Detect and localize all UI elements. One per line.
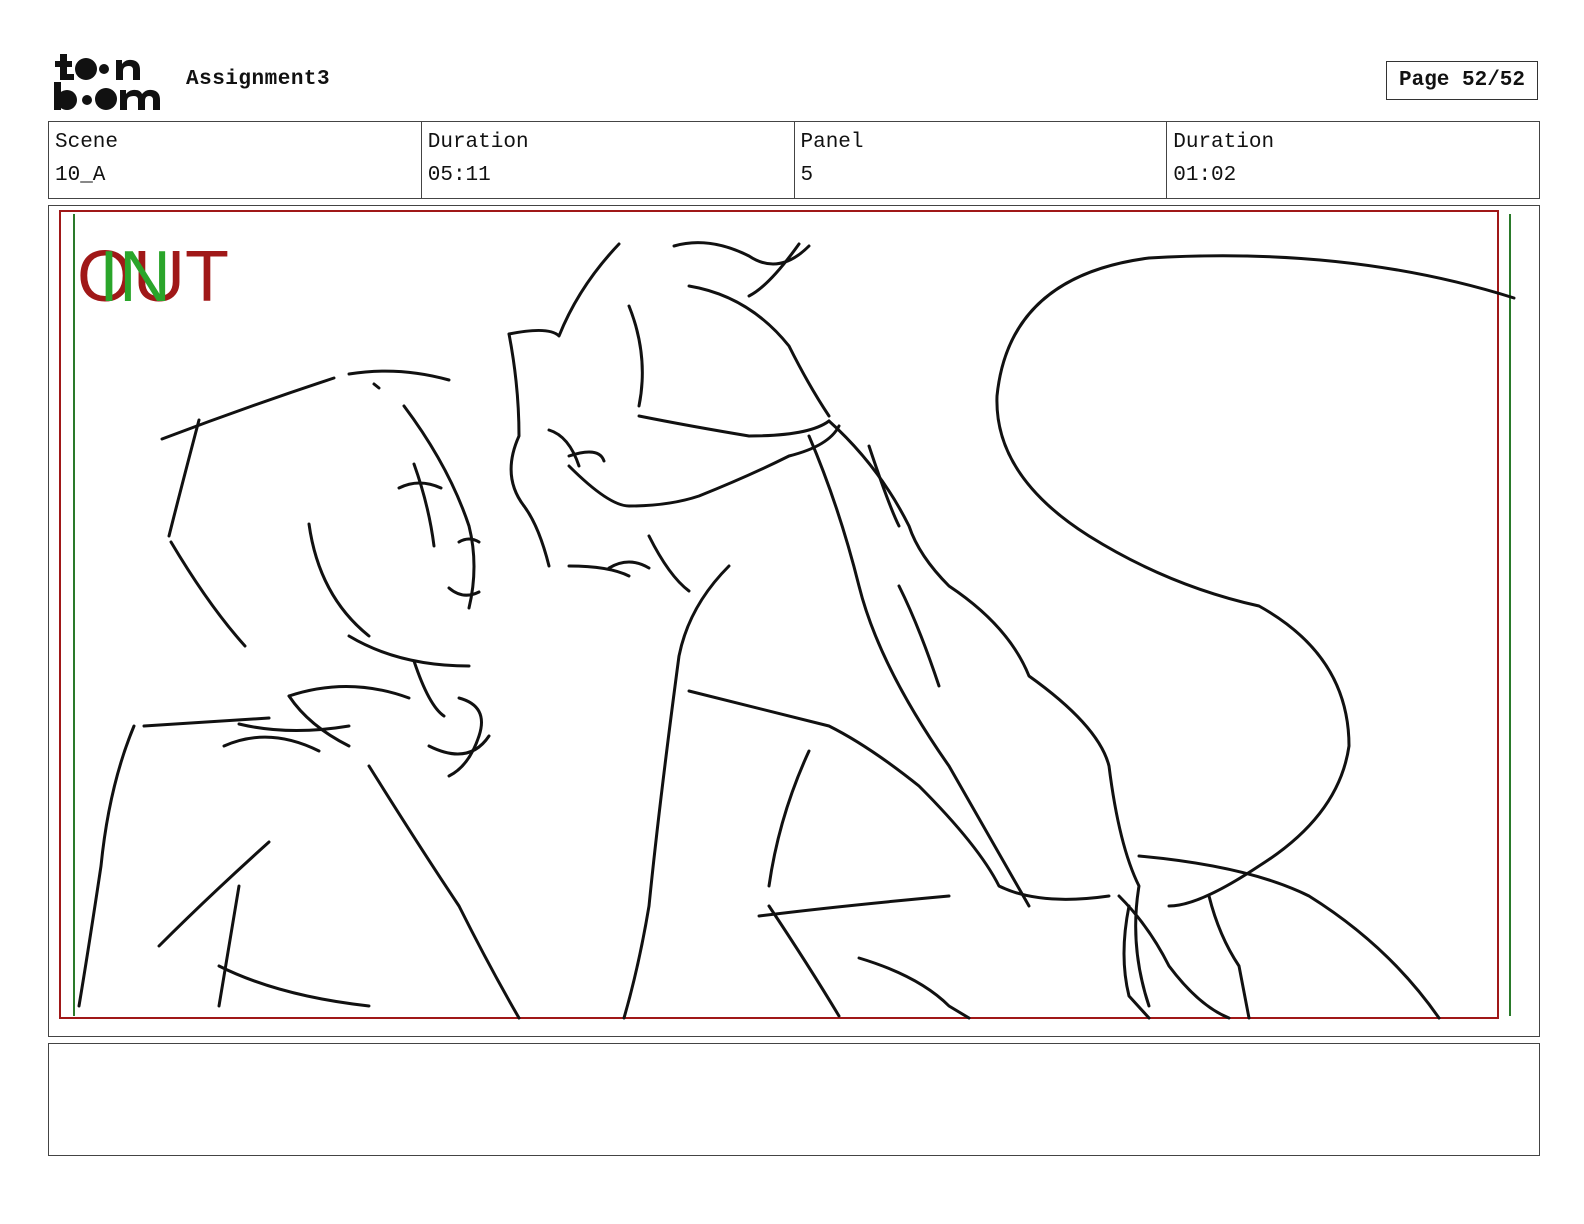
panel-info-table: Scene 10_A Duration 05:11 Panel 5 Durati… — [48, 121, 1540, 199]
toon-boom-logo — [54, 54, 160, 110]
project-title: Assignment3 — [186, 68, 331, 91]
page-indicator: Page 52/52 — [1386, 61, 1538, 100]
panel-duration-label: Duration — [1173, 131, 1275, 154]
panel-label: Panel — [800, 131, 864, 154]
scene-duration-value: 05:11 — [427, 164, 491, 187]
panel-drawing: OUT IN — [59, 210, 1516, 1020]
safe-frame-red — [59, 210, 1499, 1019]
scene-value: 10_A — [55, 164, 106, 187]
panel-value: 5 — [800, 164, 814, 187]
panel-duration-value: 01:02 — [1173, 164, 1237, 187]
scene-label: Scene — [55, 131, 119, 154]
panel-duration-cell: Duration 01:02 — [1167, 122, 1539, 198]
notes-box[interactable] — [48, 1043, 1540, 1156]
scene-duration-label: Duration — [427, 131, 529, 154]
sketch-drawing — [77, 241, 1516, 1020]
scene-duration-cell: Duration 05:11 — [422, 122, 795, 198]
panel-cell: Panel 5 — [795, 122, 1168, 198]
scene-cell: Scene 10_A — [49, 122, 422, 198]
in-marker: IN — [99, 237, 171, 317]
storyboard-panel: OUT IN — [48, 205, 1540, 1037]
